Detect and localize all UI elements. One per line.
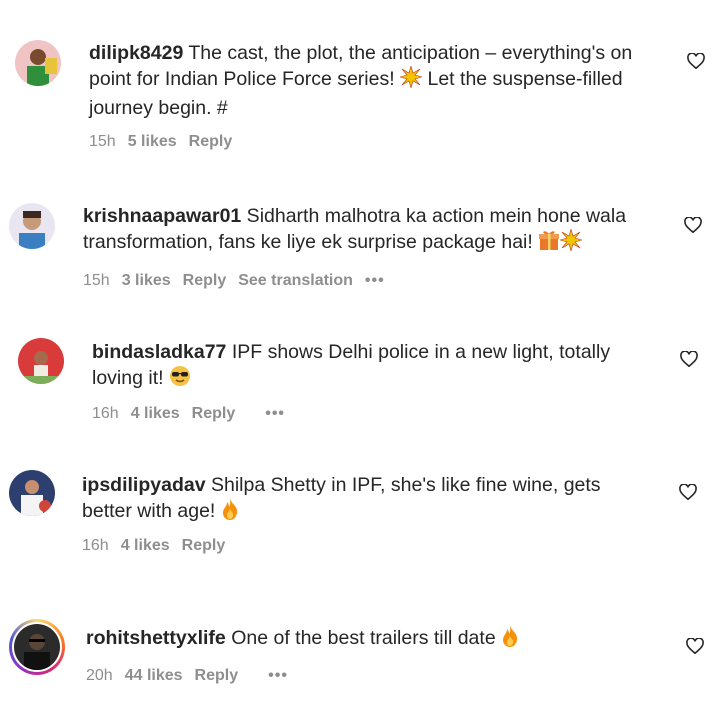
sparkle-burst-icon bbox=[398, 64, 424, 95]
sunglasses-face-icon bbox=[169, 365, 191, 394]
heart-outline-icon[interactable] bbox=[679, 484, 699, 502]
story-ring[interactable] bbox=[9, 619, 65, 675]
comment-time: 15h bbox=[89, 133, 116, 150]
avatar bbox=[14, 624, 60, 670]
more-options-button[interactable]: ••• bbox=[268, 667, 288, 685]
comment-meta: 15h 3 likes Reply See translation ••• bbox=[83, 272, 385, 290]
comment-time: 15h bbox=[83, 272, 110, 289]
comment-time: 20h bbox=[86, 667, 113, 684]
more-options-button[interactable]: ••• bbox=[365, 272, 385, 290]
comment-5: rohitshettyxlife One of the best trailer… bbox=[0, 595, 719, 720]
see-translation-button[interactable]: See translation bbox=[238, 272, 353, 290]
more-options-button[interactable]: ••• bbox=[265, 405, 285, 423]
avatar[interactable] bbox=[9, 470, 55, 516]
sparkle-burst-icon bbox=[559, 227, 584, 258]
reply-button[interactable]: Reply bbox=[192, 405, 236, 423]
comment-1: dilipk8429 The cast, the plot, the antic… bbox=[0, 0, 719, 170]
likes-count[interactable]: 5 likes bbox=[128, 133, 177, 151]
heart-outline-icon[interactable] bbox=[687, 53, 707, 71]
comment-username[interactable]: krishnaapawar01 bbox=[83, 205, 241, 227]
reply-button[interactable]: Reply bbox=[182, 537, 226, 555]
comment-meta: 15h 5 likes Reply bbox=[89, 133, 232, 151]
heart-outline-icon[interactable] bbox=[686, 638, 706, 656]
comment-username[interactable]: dilipk8429 bbox=[89, 42, 183, 64]
comment-text: rohitshettyxlife One of the best trailer… bbox=[86, 625, 676, 654]
fire-icon bbox=[501, 625, 519, 654]
avatar[interactable] bbox=[9, 203, 55, 249]
likes-count[interactable]: 4 likes bbox=[121, 537, 170, 555]
fire-icon bbox=[221, 498, 239, 527]
comment-text: ipsdilipyadav Shilpa Shetty in IPF, she'… bbox=[82, 472, 682, 527]
heart-outline-icon[interactable] bbox=[680, 351, 700, 369]
gift-icon bbox=[538, 229, 560, 258]
avatar[interactable] bbox=[18, 338, 64, 384]
comment-meta: 16h 4 likes Reply bbox=[82, 537, 225, 555]
avatar[interactable] bbox=[15, 40, 61, 86]
comment-text: dilipk8429 The cast, the plot, the antic… bbox=[89, 42, 633, 119]
comment-username[interactable]: bindasladka77 bbox=[92, 341, 226, 363]
comment-time: 16h bbox=[92, 405, 119, 422]
reply-button[interactable]: Reply bbox=[189, 133, 233, 151]
comment-time: 16h bbox=[82, 537, 109, 554]
comment-3: bindasladka77 IPF shows Delhi police in … bbox=[0, 310, 719, 445]
comment-text: bindasladka77 IPF shows Delhi police in … bbox=[92, 339, 682, 394]
reply-button[interactable]: Reply bbox=[183, 272, 227, 290]
reply-button[interactable]: Reply bbox=[195, 667, 239, 685]
comment-username[interactable]: ipsdilipyadav bbox=[82, 474, 206, 496]
heart-outline-icon[interactable] bbox=[684, 217, 704, 235]
likes-count[interactable]: 44 likes bbox=[125, 667, 183, 685]
comment-meta: 16h 4 likes Reply ••• bbox=[92, 405, 285, 423]
comment-username[interactable]: rohitshettyxlife bbox=[86, 627, 226, 649]
comment-4: ipsdilipyadav Shilpa Shetty in IPF, she'… bbox=[0, 445, 719, 595]
comment-meta: 20h 44 likes Reply ••• bbox=[86, 667, 288, 685]
likes-count[interactable]: 4 likes bbox=[131, 405, 180, 423]
comment-text: krishnaapawar01 Sidharth malhotra ka act… bbox=[83, 203, 683, 258]
comment-2: krishnaapawar01 Sidharth malhotra ka act… bbox=[0, 170, 719, 310]
likes-count[interactable]: 3 likes bbox=[122, 272, 171, 290]
